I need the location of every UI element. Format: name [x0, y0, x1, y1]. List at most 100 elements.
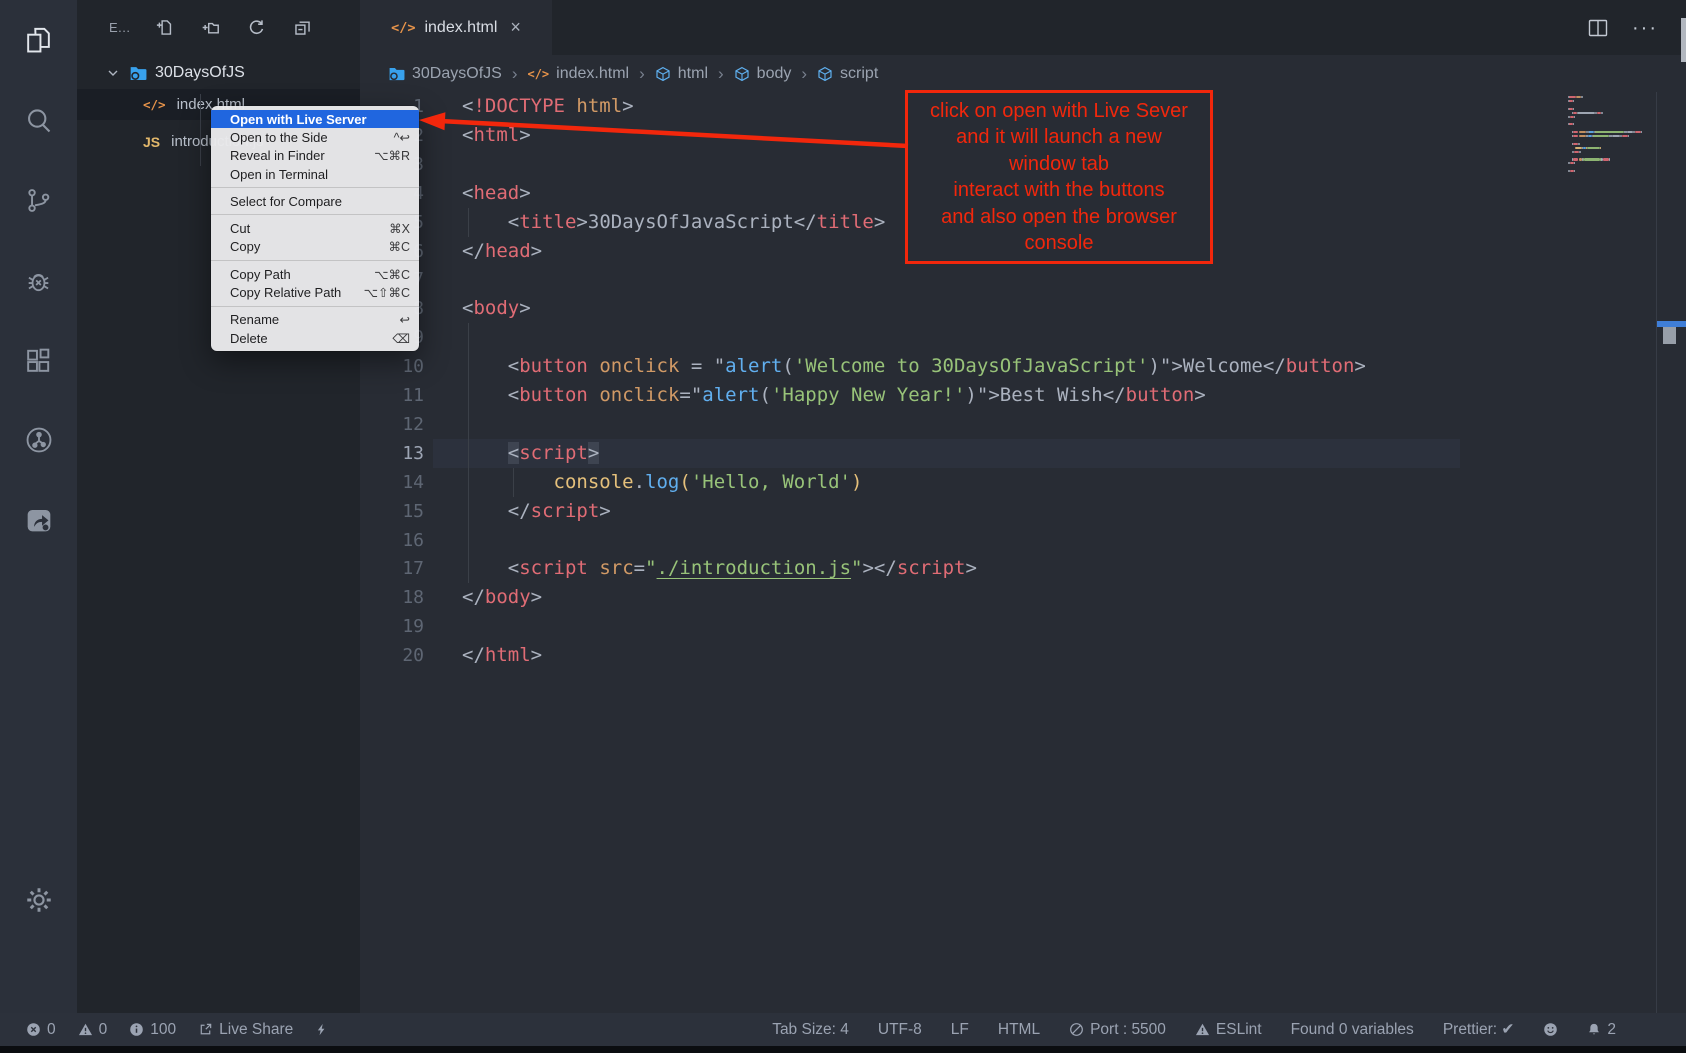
status-item-found-0-variables[interactable]: Found 0 variables — [1291, 1021, 1414, 1039]
menu-item-delete[interactable]: Delete⌫ — [211, 329, 419, 347]
info-icon — [129, 1022, 144, 1037]
menu-item-copy-path[interactable]: Copy Path⌥⌘C — [211, 265, 419, 283]
line-number: 11 — [360, 381, 424, 410]
minimap-line — [1600, 147, 1602, 149]
menu-item-open-in-terminal[interactable]: Open in Terminal — [211, 165, 419, 183]
minimap[interactable] — [1568, 96, 1656, 186]
settings-gear-icon[interactable] — [0, 860, 77, 940]
minimap-line — [1579, 131, 1586, 133]
breadcrumb-separator: › — [511, 64, 519, 84]
run-debug-icon[interactable] — [0, 240, 77, 320]
refresh-icon[interactable] — [247, 18, 266, 37]
minimap-line — [1612, 135, 1620, 137]
status-item-lightning[interactable] — [315, 1021, 328, 1038]
menu-item-open-with-live-server[interactable]: Open with Live Server — [211, 110, 419, 128]
status-item-2[interactable]: 2 — [1587, 1021, 1616, 1039]
minimap-line — [1573, 158, 1579, 160]
bell-icon — [1587, 1022, 1601, 1037]
status-item-live-share[interactable]: Live Share — [198, 1021, 293, 1039]
status-item-lf[interactable]: LF — [951, 1021, 969, 1039]
status-item-smiley[interactable] — [1543, 1022, 1558, 1037]
root-folder-row[interactable]: 30DaysOfJS — [77, 57, 360, 89]
code-line: </html> — [462, 641, 542, 670]
status-label: Tab Size: 4 — [772, 1021, 849, 1039]
minimap-line — [1573, 108, 1575, 110]
breadcrumb-label: index.html — [556, 65, 629, 83]
status-item-100[interactable]: 100 — [129, 1021, 176, 1039]
tab-bar: </> index.html × ··· — [360, 0, 1686, 55]
status-item-utf-8[interactable]: UTF-8 — [878, 1021, 922, 1039]
circle-slash-icon — [1069, 1022, 1084, 1037]
minimap-line — [1573, 131, 1579, 133]
status-item-html[interactable]: HTML — [998, 1021, 1040, 1039]
breadcrumb-item-html[interactable]: html — [655, 65, 708, 83]
tab-index-html[interactable]: </> index.html × — [360, 0, 552, 55]
annotation-text-line: and also open the browser — [908, 204, 1210, 231]
breadcrumb-item-index-html[interactable]: </>index.html — [527, 65, 629, 83]
split-editor-icon[interactable] — [1586, 16, 1610, 40]
breadcrumb-item-body[interactable]: body — [734, 65, 792, 83]
source-control-icon[interactable] — [0, 160, 77, 240]
status-label: 0 — [99, 1021, 108, 1039]
extensions-icon[interactable] — [0, 320, 77, 400]
scrollbar-thumb[interactable] — [1663, 327, 1676, 344]
menu-item-rename[interactable]: Rename↩ — [211, 311, 419, 329]
context-menu: Open with Live ServerOpen to the Side^↩R… — [211, 106, 419, 351]
collapse-all-icon[interactable] — [293, 18, 312, 37]
search-icon[interactable] — [0, 80, 77, 160]
menu-item-copy[interactable]: Copy⌘C — [211, 238, 419, 256]
minimap-line — [1574, 116, 1576, 118]
status-item-0[interactable]: 0 — [78, 1021, 108, 1039]
minimap-line — [1635, 131, 1641, 133]
breadcrumbs: 30DaysOfJS›</>index.html›html›body›scrip… — [360, 55, 1686, 92]
explorer-icon[interactable] — [0, 0, 77, 80]
js-file-icon: JS — [143, 134, 160, 150]
menu-separator — [211, 260, 419, 261]
code-line: <title>30DaysOfJavaScript</title> — [462, 208, 885, 237]
live-share-icon[interactable] — [0, 480, 77, 560]
status-label: 0 — [47, 1021, 56, 1039]
menu-item-copy-relative-path[interactable]: Copy Relative Path⌥⇧⌘C — [211, 283, 419, 301]
warning-icon — [78, 1022, 93, 1037]
status-item-port-5500[interactable]: Port : 5500 — [1069, 1021, 1166, 1039]
breadcrumb-item-script[interactable]: script — [817, 65, 878, 83]
more-actions-icon[interactable]: ··· — [1632, 23, 1658, 33]
minimap-line — [1595, 131, 1624, 133]
menu-separator — [211, 306, 419, 307]
menu-item-select-for-compare[interactable]: Select for Compare — [211, 192, 419, 210]
minimap-line — [1575, 147, 1582, 149]
status-label: Prettier: ✔ — [1443, 1020, 1515, 1039]
status-label: 2 — [1607, 1021, 1616, 1039]
annotation-text-line: interact with the buttons — [908, 177, 1210, 204]
new-folder-icon[interactable] — [201, 18, 220, 37]
breadcrumb-item-30daysofjs[interactable]: 30DaysOfJS — [388, 65, 502, 83]
annotation-box: click on open with Live Severand it will… — [905, 90, 1213, 264]
status-item-prettier[interactable]: Prettier: ✔ — [1443, 1020, 1515, 1039]
code-line: <script> — [462, 439, 599, 468]
new-file-icon[interactable] — [155, 18, 174, 37]
window-bottom-strip — [0, 1046, 1686, 1053]
status-item-tab-size-4[interactable]: Tab Size: 4 — [772, 1021, 849, 1039]
menu-item-open-to-the-side[interactable]: Open to the Side^↩ — [211, 128, 419, 146]
html-file-icon: </> — [391, 20, 415, 36]
annotation-text-line: console — [908, 230, 1210, 257]
code-line: <body> — [462, 294, 531, 323]
menu-item-reveal-in-finder[interactable]: Reveal in Finder⌥⌘R — [211, 147, 419, 165]
minimap-line — [1601, 112, 1603, 114]
line-number: 20 — [360, 641, 424, 670]
minimap-line — [1581, 96, 1583, 98]
status-item-0[interactable]: 0 — [26, 1021, 56, 1039]
remote-fork-icon[interactable] — [0, 400, 77, 480]
line-number: 19 — [360, 612, 424, 641]
minimap-line — [1579, 135, 1586, 137]
code-line: <head> — [462, 179, 531, 208]
close-tab-icon[interactable]: × — [510, 17, 521, 38]
status-label: Port : 5500 — [1090, 1021, 1166, 1039]
html-file-icon: </> — [143, 97, 166, 112]
line-number: 17 — [360, 554, 424, 583]
menu-item-cut[interactable]: Cut⌘X — [211, 219, 419, 237]
status-item-eslint[interactable]: ESLint — [1195, 1021, 1262, 1039]
minimap-line — [1587, 147, 1600, 149]
explorer-title: E... — [109, 20, 131, 35]
cube-icon — [655, 66, 671, 82]
